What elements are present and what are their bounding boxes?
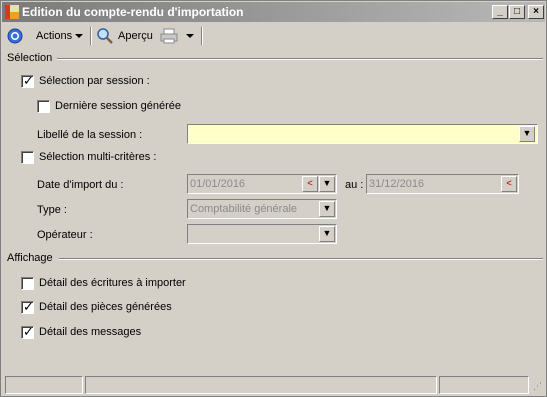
status-panel <box>85 376 437 394</box>
operator-label: Opérateur : <box>37 229 93 241</box>
detail-entries-label: Détail des écritures à importer <box>39 277 186 289</box>
double-chevron-down-icon[interactable]: ▼ <box>319 226 335 242</box>
detail-entries-checkbox[interactable] <box>21 277 34 290</box>
calendar-icon[interactable]: < <box>302 176 318 192</box>
print-icon <box>160 28 178 44</box>
check-mark-icon: ✓ <box>23 324 34 339</box>
preview-label: Aperçu <box>118 30 153 42</box>
preview-button[interactable]: Aperçu <box>96 26 153 46</box>
check-mark-icon: ✓ <box>23 299 34 314</box>
session-name-label: Libellé de la session : <box>37 129 143 141</box>
print-button[interactable] <box>160 26 194 46</box>
date-to-label: au : <box>345 179 364 191</box>
report-window: Edition du compte-rendu d'importation _ … <box>0 0 547 397</box>
dropdown-icon[interactable]: ▼ <box>319 176 335 192</box>
app-icon <box>5 5 19 19</box>
actions-menu-button[interactable]: Actions <box>6 26 84 46</box>
resize-grip-icon[interactable]: ⋰ <box>533 381 542 392</box>
detail-messages-label: Détail des messages <box>39 326 142 338</box>
actions-icon <box>7 28 23 44</box>
selection-group-title: Sélection <box>7 52 53 64</box>
toolbar: Actions Aperçu <box>2 23 545 49</box>
calendar-icon[interactable]: < <box>501 176 517 192</box>
date-from-value: 01/01/2016 <box>190 178 246 190</box>
date-to-value: 31/12/2016 <box>369 178 425 190</box>
check-mark-icon: ✓ <box>23 73 34 88</box>
type-value: Comptabilité générale <box>190 203 298 215</box>
status-bar: ⋰ <box>5 376 544 394</box>
dropdown-icon[interactable]: ▼ <box>319 201 335 217</box>
operator-select[interactable]: ▼ <box>187 224 337 244</box>
status-panel <box>5 376 83 394</box>
last-session-label: Dernière session générée <box>55 100 181 112</box>
group-divider <box>57 58 543 60</box>
multi-criteria-checkbox[interactable] <box>21 151 34 164</box>
close-button[interactable]: × <box>528 5 544 19</box>
by-session-label: Sélection par session : <box>39 75 150 87</box>
window-title: Edition du compte-rendu d'importation <box>22 5 244 19</box>
by-session-checkbox[interactable]: ✓ <box>21 73 34 88</box>
group-divider <box>59 258 543 260</box>
detail-documents-checkbox[interactable]: ✓ <box>21 299 34 314</box>
type-select[interactable]: Comptabilité générale ▼ <box>187 199 337 219</box>
date-from-field[interactable]: 01/01/2016 < ▼ <box>187 174 337 194</box>
session-name-field[interactable]: ▼ <box>187 124 538 144</box>
chevron-down-icon <box>75 34 84 38</box>
double-chevron-down-icon[interactable]: ▼ <box>519 126 535 142</box>
actions-label: Actions <box>36 30 73 42</box>
toolbar-separator <box>90 27 92 45</box>
detail-documents-label: Détail des pièces générées <box>39 301 172 313</box>
last-session-checkbox[interactable] <box>37 100 50 113</box>
status-panel <box>439 376 529 394</box>
date-to-field[interactable]: 31/12/2016 < <box>366 174 519 194</box>
detail-messages-checkbox[interactable]: ✓ <box>21 324 34 339</box>
chevron-down-icon[interactable] <box>186 34 194 38</box>
multi-criteria-label: Sélection multi-critères : <box>39 151 157 163</box>
minimize-button[interactable]: _ <box>492 5 508 19</box>
toolbar-separator <box>201 27 203 45</box>
maximize-button[interactable]: □ <box>509 5 525 19</box>
preview-icon <box>97 28 113 44</box>
import-date-label: Date d'import du : <box>37 179 124 191</box>
type-label: Type : <box>37 204 67 216</box>
display-group-title: Affichage <box>7 252 53 264</box>
title-bar[interactable]: Edition du compte-rendu d'importation _ … <box>2 2 545 22</box>
